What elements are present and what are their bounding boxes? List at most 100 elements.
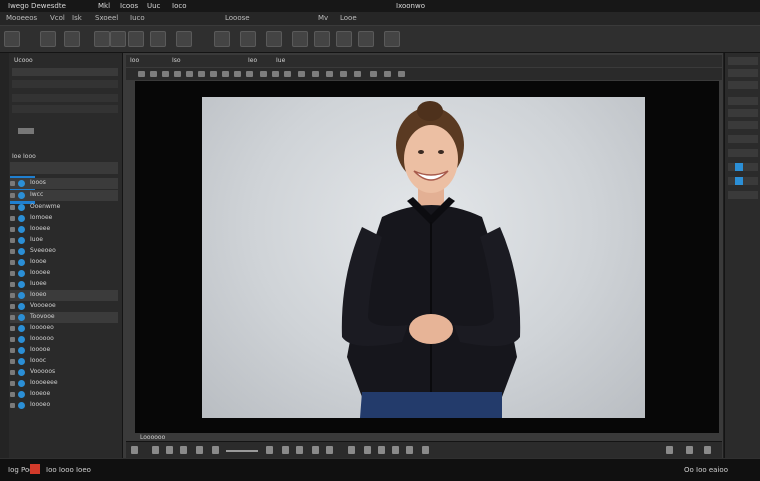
menu-item-4[interactable]: Sxoeel xyxy=(95,14,118,22)
option-icon[interactable] xyxy=(272,71,279,77)
option-icon[interactable] xyxy=(162,71,169,77)
doc-tab[interactable]: Iue xyxy=(276,57,285,64)
option-icon[interactable] xyxy=(384,71,391,77)
more-icon[interactable] xyxy=(384,31,400,47)
option-icon[interactable] xyxy=(174,71,181,77)
status-icon[interactable] xyxy=(422,446,429,454)
text-tool-icon[interactable] xyxy=(240,31,256,47)
menu-item-5[interactable]: Iuco xyxy=(130,14,145,22)
visibility-icon[interactable] xyxy=(10,359,15,364)
option-icon[interactable] xyxy=(340,71,347,77)
visibility-icon[interactable] xyxy=(10,315,15,320)
layer-row[interactable]: Iuoee xyxy=(10,279,118,290)
status-icon[interactable] xyxy=(704,446,711,454)
status-icon[interactable] xyxy=(212,446,219,454)
visibility-icon[interactable] xyxy=(10,238,15,243)
option-icon[interactable] xyxy=(246,71,253,77)
crop-tool-icon[interactable] xyxy=(94,31,110,47)
hand-tool-icon[interactable] xyxy=(314,31,330,47)
status-icon[interactable] xyxy=(406,446,413,454)
option-icon[interactable] xyxy=(234,71,241,77)
option-icon[interactable] xyxy=(150,71,157,77)
panel-row[interactable] xyxy=(728,177,758,185)
layer-row[interactable]: Iwcc xyxy=(10,190,118,201)
visibility-icon[interactable] xyxy=(10,348,15,353)
visibility-icon[interactable] xyxy=(10,249,15,254)
status-icon[interactable] xyxy=(166,446,173,454)
panel-row[interactable] xyxy=(728,163,758,171)
layer-row[interactable]: Toovooe xyxy=(10,312,118,323)
layer-row[interactable]: Iooooeo xyxy=(10,323,118,334)
brush-tool-icon[interactable] xyxy=(128,31,144,47)
visibility-icon[interactable] xyxy=(10,282,15,287)
circle-tool-icon[interactable] xyxy=(214,31,230,47)
panel-row[interactable] xyxy=(728,109,758,117)
status-icon[interactable] xyxy=(282,446,289,454)
document-photo[interactable] xyxy=(202,97,645,418)
visibility-icon[interactable] xyxy=(10,216,15,221)
option-icon[interactable] xyxy=(222,71,229,77)
panel-row[interactable] xyxy=(728,121,758,129)
panel-row[interactable] xyxy=(728,149,758,157)
status-icon[interactable] xyxy=(392,446,399,454)
panel-row[interactable] xyxy=(728,81,758,89)
visibility-icon[interactable] xyxy=(10,260,15,265)
panel-row[interactable] xyxy=(12,94,118,102)
status-icon[interactable] xyxy=(180,446,187,454)
status-icon[interactable] xyxy=(266,446,273,454)
layer-row[interactable]: Iomoee xyxy=(10,213,118,224)
status-icon[interactable] xyxy=(296,446,303,454)
zoom-tool-icon[interactable] xyxy=(336,31,352,47)
option-icon[interactable] xyxy=(312,71,319,77)
visibility-icon[interactable] xyxy=(10,381,15,386)
status-icon[interactable] xyxy=(666,446,673,454)
option-icon[interactable] xyxy=(138,71,145,77)
visibility-icon[interactable] xyxy=(10,337,15,342)
shape-tool-icon[interactable] xyxy=(292,31,308,47)
status-icon[interactable] xyxy=(196,446,203,454)
visibility-icon[interactable] xyxy=(10,181,15,186)
status-icon[interactable] xyxy=(348,446,355,454)
panel-row[interactable] xyxy=(12,80,118,88)
lasso-tool-icon[interactable] xyxy=(64,31,80,47)
doc-tab[interactable]: Ioo xyxy=(130,57,139,64)
panel-row[interactable] xyxy=(728,135,758,143)
layer-search[interactable] xyxy=(10,162,118,174)
option-icon[interactable] xyxy=(198,71,205,77)
panel-toggle[interactable] xyxy=(18,128,34,134)
option-icon[interactable] xyxy=(398,71,405,77)
layer-row[interactable]: Sveeoeo xyxy=(10,246,118,257)
option-icon[interactable] xyxy=(260,71,267,77)
menu-item-3[interactable]: Isk xyxy=(72,14,82,22)
layer-row[interactable]: Ioooc xyxy=(10,356,118,367)
layer-row[interactable]: Ioooee xyxy=(10,268,118,279)
layer-row[interactable]: Vooooos xyxy=(10,367,118,378)
layer-row[interactable]: Iuoe xyxy=(10,235,118,246)
menu-item-6[interactable]: Looose xyxy=(225,14,250,22)
color-swatch[interactable] xyxy=(735,163,743,171)
app-icon[interactable] xyxy=(30,464,40,474)
menu-item-1[interactable]: Mooeeos xyxy=(6,14,37,22)
option-icon[interactable] xyxy=(284,71,291,77)
layer-row[interactable]: Iooeoe xyxy=(10,389,118,400)
eraser-tool-icon[interactable] xyxy=(176,31,192,47)
visibility-icon[interactable] xyxy=(10,293,15,298)
doc-tab[interactable]: Iso xyxy=(172,57,181,64)
status-icon[interactable] xyxy=(312,446,319,454)
layer-row[interactable]: Ioooooo xyxy=(10,334,118,345)
visibility-icon[interactable] xyxy=(10,392,15,397)
eyedropper-icon[interactable] xyxy=(110,31,126,47)
menu-item-8[interactable]: Looe xyxy=(340,14,357,22)
panel-row[interactable] xyxy=(728,57,758,65)
option-icon[interactable] xyxy=(186,71,193,77)
visibility-icon[interactable] xyxy=(10,205,15,210)
menu-item-layer[interactable]: Uuc xyxy=(147,2,160,10)
layer-row[interactable]: Iooos xyxy=(10,178,118,189)
menu-item-type[interactable]: Ioco xyxy=(172,2,186,10)
option-icon[interactable] xyxy=(370,71,377,77)
visibility-icon[interactable] xyxy=(10,304,15,309)
menu-item-2[interactable]: Vcol xyxy=(50,14,65,22)
layer-row[interactable]: Ooenwme xyxy=(10,202,118,213)
menu-item-image[interactable]: Icoos xyxy=(120,2,138,10)
visibility-icon[interactable] xyxy=(10,227,15,232)
